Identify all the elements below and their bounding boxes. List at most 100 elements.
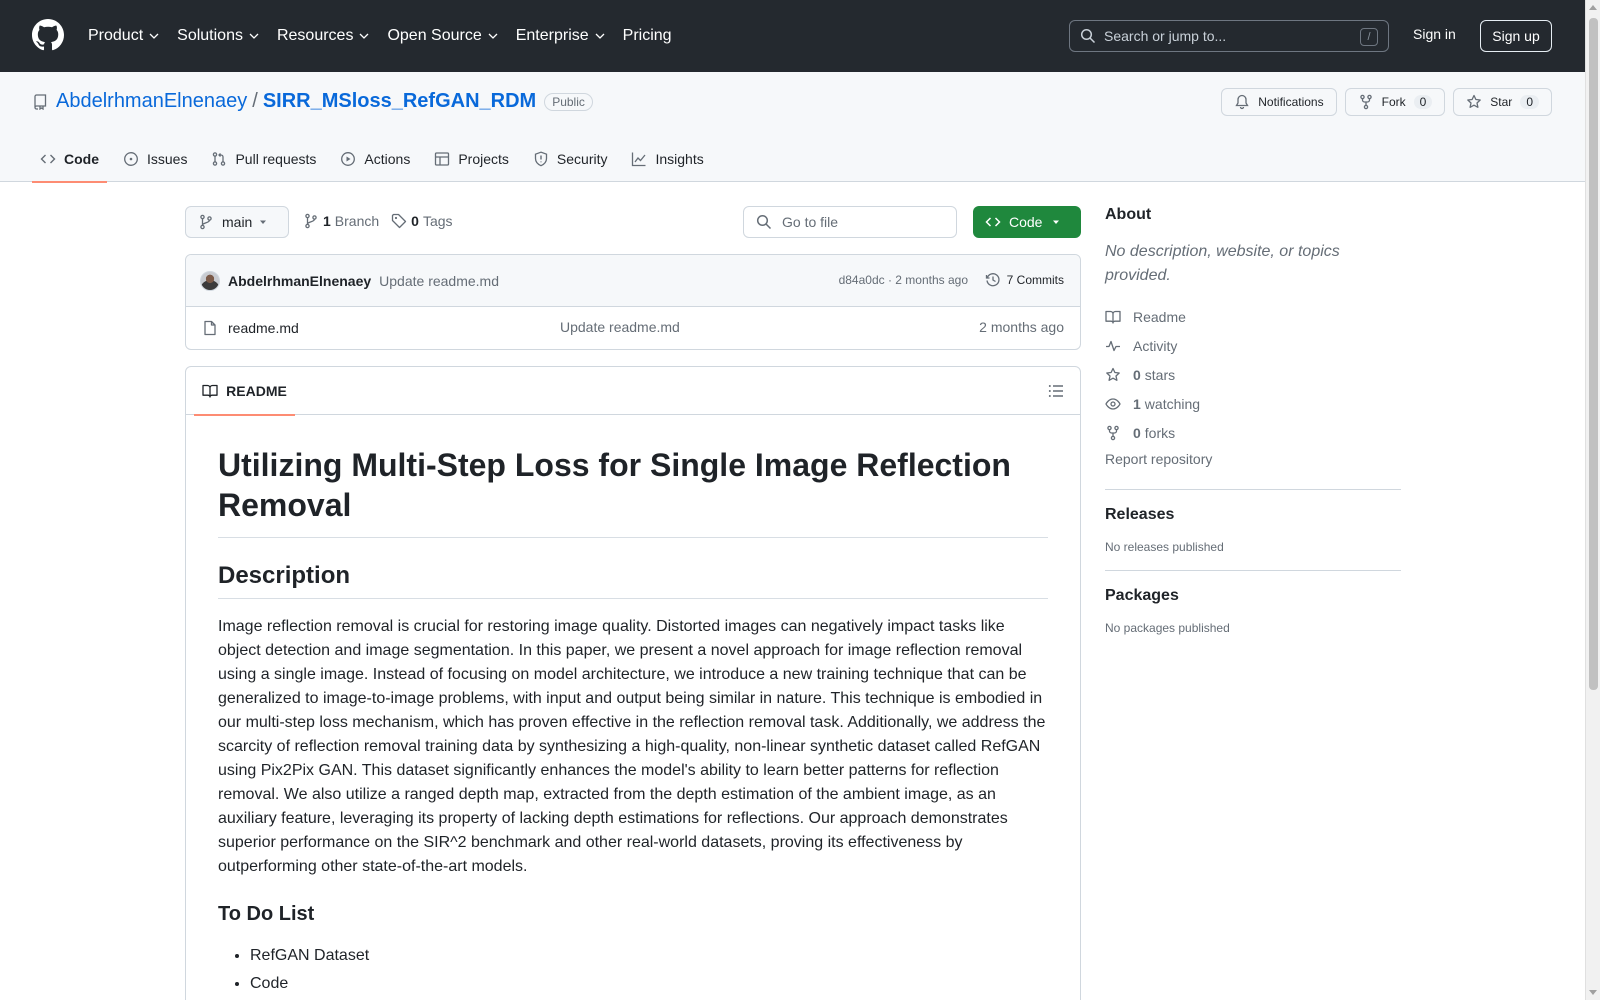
tab-pull-requests-label: Pull requests — [235, 151, 317, 167]
nav-product[interactable]: Product — [88, 22, 159, 50]
bell-icon — [1235, 94, 1249, 110]
nav-solutions[interactable]: Solutions — [177, 22, 259, 50]
nav-pricing[interactable]: Pricing — [623, 22, 672, 50]
commit-author-link[interactable]: AbdelrhmanElnenaey — [228, 273, 371, 289]
tab-pull-requests[interactable]: Pull requests — [203, 136, 324, 182]
branch-selector[interactable]: main — [185, 206, 289, 238]
star-count: 0 — [1520, 95, 1539, 109]
eye-icon — [1105, 397, 1121, 410]
table-row: readme.md Update readme.md 2 months ago — [186, 307, 1080, 349]
repo-owner-link[interactable]: AbdelrhmanElnenaey — [56, 90, 247, 113]
tab-issues-label: Issues — [147, 151, 188, 167]
commit-hash-and-time[interactable]: d84a0dc · 2 months ago — [839, 273, 968, 287]
divider — [1105, 489, 1401, 490]
code-button-label: Code — [1009, 214, 1043, 230]
chevron-down-icon — [249, 33, 259, 39]
tab-insights[interactable]: Insights — [623, 136, 711, 182]
activity-link[interactable]: Activity — [1105, 331, 1401, 360]
watching-count: 1 — [1133, 395, 1141, 412]
github-logo-icon[interactable] — [32, 19, 64, 51]
pull-request-icon — [213, 152, 226, 166]
code-dropdown-button[interactable]: Code — [973, 206, 1081, 238]
chevron-down-icon — [595, 33, 605, 39]
file-list: AbdelrhmanElnenaey Update readme.md d84a… — [185, 254, 1081, 350]
issue-icon — [124, 152, 138, 166]
readme-todo-heading: To Do List — [218, 903, 315, 925]
readme-section-heading: Description — [218, 562, 1048, 599]
forks-count: 0 — [1133, 424, 1141, 441]
tab-projects[interactable]: Projects — [426, 136, 517, 182]
tab-security[interactable]: Security — [525, 136, 616, 182]
fork-label: Fork — [1381, 95, 1406, 109]
tags-link[interactable]: 0 Tags — [391, 213, 453, 229]
search-shortcut-key: / — [1360, 28, 1378, 46]
book-icon — [202, 384, 218, 398]
tab-actions[interactable]: Actions — [332, 136, 418, 182]
nav-product-label: Product — [88, 27, 144, 44]
releases-note: No releases published — [1105, 540, 1224, 554]
fork-button[interactable]: Fork 0 — [1344, 88, 1446, 116]
nav-resources[interactable]: Resources — [277, 22, 369, 50]
notifications-button[interactable]: Notifications — [1221, 88, 1337, 116]
go-to-file-input[interactable]: Go to file — [743, 206, 957, 238]
list-item: Code — [250, 970, 1048, 998]
readme-panel: README Utilizing Multi-Step Loss for Sin… — [185, 366, 1081, 1000]
caret-down-icon — [260, 220, 266, 224]
nav-enterprise[interactable]: Enterprise — [516, 22, 605, 50]
activity-link-label: Activity — [1133, 337, 1178, 354]
shield-icon — [534, 151, 548, 167]
branches-link[interactable]: 1 Branch — [303, 213, 379, 229]
file-navigation: main 1 Branch 0 Tags Go to file Code — [185, 206, 1081, 238]
scroll-down-arrow-icon[interactable] — [1589, 990, 1597, 995]
readme-tab-label: README — [226, 383, 287, 399]
sign-up-button[interactable]: Sign up — [1480, 20, 1552, 52]
table-icon — [435, 152, 450, 166]
branch-count: 1 — [323, 213, 331, 229]
packages-heading[interactable]: Packages — [1105, 587, 1401, 605]
tab-actions-label: Actions — [364, 151, 411, 167]
tab-issues[interactable]: Issues — [115, 136, 195, 182]
watching-link[interactable]: 1 watching — [1105, 389, 1401, 418]
chevron-down-icon — [149, 33, 159, 39]
go-to-file-placeholder: Go to file — [782, 214, 839, 230]
avatar[interactable] — [200, 270, 220, 291]
file-name-link[interactable]: readme.md — [228, 320, 299, 336]
play-icon — [341, 152, 356, 166]
releases-heading[interactable]: Releases — [1105, 506, 1401, 524]
readme-link[interactable]: Readme — [1105, 302, 1401, 331]
stars-link[interactable]: 0 stars — [1105, 360, 1401, 389]
file-commit-date: 2 months ago — [979, 319, 1064, 335]
fork-icon — [1107, 425, 1119, 440]
search-input[interactable]: Search or jump to... / — [1069, 20, 1389, 52]
code-icon — [985, 217, 1001, 227]
repo-name-link[interactable]: SIRR_MSloss_RefGAN_RDM — [263, 90, 536, 113]
tag-count: 0 — [411, 213, 419, 229]
commit-message-link[interactable]: Update readme.md — [379, 273, 499, 289]
nav-open-source[interactable]: Open Source — [387, 22, 498, 50]
stars-label: stars — [1144, 366, 1176, 383]
code-icon — [40, 154, 56, 164]
repo-path-separator: / — [252, 90, 258, 112]
book-icon — [1105, 310, 1121, 324]
scrollbar-thumb[interactable] — [1589, 18, 1598, 690]
nav-resources-label: Resources — [276, 27, 354, 44]
list-outline-icon[interactable] — [1048, 383, 1064, 399]
sign-in-link[interactable]: Sign in — [1413, 26, 1456, 42]
report-repository-link[interactable]: Report repository — [1105, 451, 1401, 473]
stars-count: 0 — [1133, 366, 1141, 383]
caret-down-icon — [1053, 220, 1059, 224]
branch-name: main — [222, 214, 253, 230]
nav-enterprise-label: Enterprise — [515, 27, 589, 44]
file-commit-link[interactable]: Update readme.md — [560, 319, 680, 335]
nav-pricing-label: Pricing — [622, 27, 672, 44]
star-button[interactable]: Star 0 — [1453, 88, 1552, 116]
readme-link-label: Readme — [1133, 308, 1186, 325]
commits-history-link[interactable]: 7 Commits — [985, 272, 1064, 288]
tab-code[interactable]: Code — [32, 136, 107, 183]
chevron-down-icon — [359, 33, 369, 39]
scroll-up-arrow-icon[interactable] — [1589, 5, 1597, 10]
page-scrollbar[interactable] — [1585, 0, 1600, 1000]
repo-header: AbdelrhmanElnenaey / SIRR_MSloss_RefGAN_… — [0, 72, 1585, 183]
readme-tab[interactable]: README — [194, 367, 295, 416]
forks-link[interactable]: 0 forks — [1105, 418, 1401, 447]
